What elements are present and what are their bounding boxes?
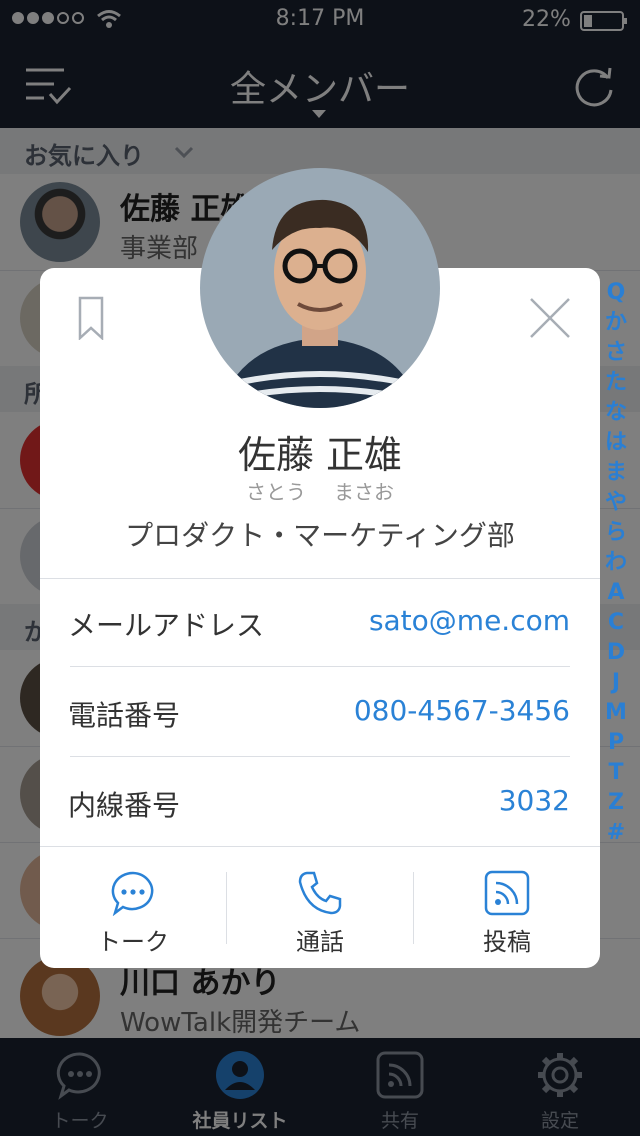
action-label: 通話	[296, 928, 344, 956]
index-letter[interactable]: #	[602, 818, 630, 848]
index-letter[interactable]: ら	[602, 518, 630, 548]
alphabet-index[interactable]: Q かさたなはまやらわ A C D J M P T Z #	[602, 278, 630, 848]
profile-name: 佐藤 正雄	[237, 433, 403, 477]
index-letter[interactable]: P	[602, 728, 630, 758]
chat-icon	[111, 871, 154, 916]
phone-link[interactable]: 080-4567-3456	[354, 694, 570, 727]
index-letter[interactable]: M	[602, 698, 630, 728]
action-label: 投稿	[483, 928, 531, 956]
close-icon[interactable]	[528, 296, 572, 340]
index-letter[interactable]: Q	[602, 278, 630, 308]
phone-icon	[298, 871, 342, 915]
index-letter[interactable]: は	[602, 428, 630, 458]
index-letter[interactable]: さ	[602, 338, 630, 368]
talk-button[interactable]: トーク	[40, 870, 226, 960]
divider	[70, 756, 570, 757]
divider	[40, 846, 600, 847]
index-letter[interactable]: わ	[602, 548, 630, 578]
divider	[70, 666, 570, 667]
call-button[interactable]: 通話	[227, 870, 413, 960]
index-letter[interactable]: か	[602, 308, 630, 338]
extension-label: 内線番号	[68, 789, 181, 822]
action-label: トーク	[97, 928, 169, 956]
index-letter[interactable]: や	[602, 488, 630, 518]
kana-family: さとう	[246, 480, 306, 504]
extension-link[interactable]: 3032	[499, 784, 570, 817]
post-button[interactable]: 投稿	[414, 870, 600, 960]
phone-label: 電話番号	[68, 699, 181, 732]
kana-given: まさお	[334, 480, 394, 504]
index-letter[interactable]: A	[602, 578, 630, 608]
index-letter[interactable]: な	[602, 398, 630, 428]
rss-icon	[484, 870, 530, 916]
profile-department: プロダクト・マーケティング部	[125, 519, 515, 552]
index-letter[interactable]: た	[602, 368, 630, 398]
index-letter[interactable]: C	[602, 608, 630, 638]
index-letter[interactable]: J	[602, 668, 630, 698]
email-link[interactable]: sato@me.com	[369, 604, 570, 637]
index-letter[interactable]: Z	[602, 788, 630, 818]
index-letter[interactable]: D	[602, 638, 630, 668]
bookmark-icon[interactable]	[78, 296, 104, 340]
profile-photo	[200, 168, 440, 408]
divider	[40, 578, 600, 579]
index-letter[interactable]: T	[602, 758, 630, 788]
index-letter[interactable]: ま	[602, 458, 630, 488]
email-label: メールアドレス	[68, 609, 265, 642]
profile-name-kana: さとう まさお	[40, 476, 600, 505]
